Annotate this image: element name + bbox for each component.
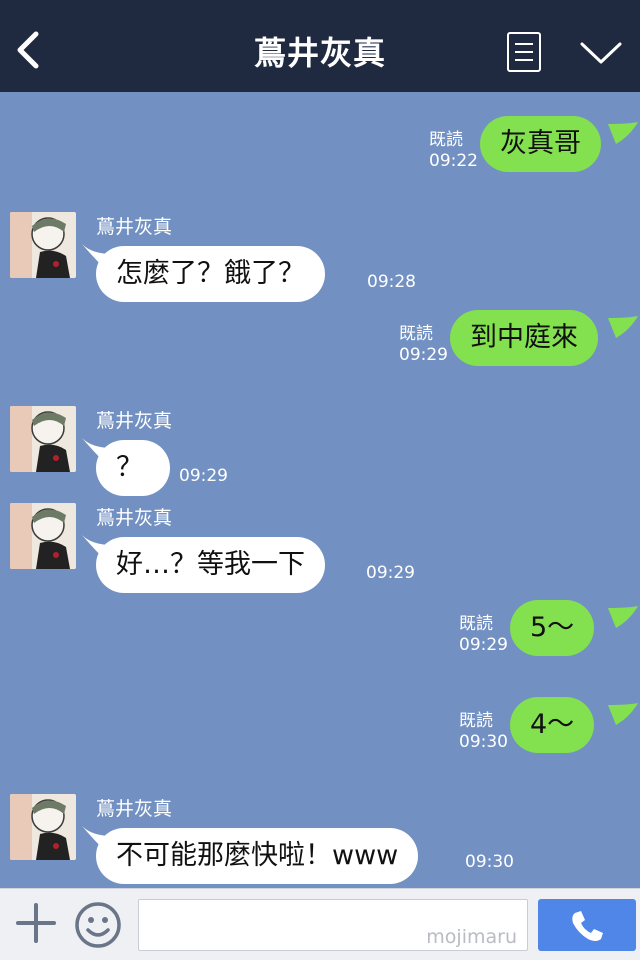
- sender-name: 蔦井灰真: [96, 798, 173, 820]
- avatar-image: [10, 212, 76, 278]
- avatar[interactable]: [10, 212, 76, 278]
- avatar-image: [10, 503, 76, 569]
- message-bubble[interactable]: 好…？等我一下: [96, 537, 325, 593]
- sender-name: 蔦井灰真: [96, 216, 173, 238]
- message-bubble[interactable]: 5～: [510, 600, 595, 656]
- message-time: 09:30: [465, 852, 514, 872]
- menu-button[interactable]: [507, 32, 541, 72]
- smiley-icon: [75, 902, 121, 948]
- message-bubble[interactable]: ？: [96, 440, 170, 496]
- avatar[interactable]: [10, 794, 76, 860]
- message-bubble[interactable]: 灰真哥: [480, 116, 601, 172]
- list-icon: [515, 43, 533, 45]
- avatar[interactable]: [10, 406, 76, 472]
- chat-header: 蔦井灰真: [0, 0, 640, 92]
- message-bubble[interactable]: 到中庭來: [450, 310, 598, 366]
- avatar-image: [10, 406, 76, 472]
- message-input[interactable]: mojimaru: [138, 899, 528, 951]
- add-button[interactable]: [14, 901, 58, 945]
- call-button[interactable]: [538, 899, 636, 951]
- read-status: 既読 09:22: [429, 130, 478, 171]
- message-bubble[interactable]: 怎麼了？餓了？: [96, 246, 325, 302]
- read-status: 既読 09:29: [459, 614, 508, 655]
- chat-area[interactable]: 既読 09:22 灰真哥 蔦井灰真 怎麼了？餓了？ 09:28 既読 09:29…: [0, 92, 640, 888]
- bubble-tail: [608, 703, 638, 725]
- dropdown-button[interactable]: [578, 38, 624, 68]
- avatar-image: [10, 794, 76, 860]
- sticker-button[interactable]: [74, 901, 122, 949]
- bubble-tail: [608, 122, 638, 144]
- sender-name: 蔦井灰真: [96, 410, 173, 432]
- chevron-down-icon: [580, 42, 622, 64]
- message-bubble[interactable]: 不可能那麼快啦！www: [96, 828, 419, 884]
- bubble-tail: [608, 316, 638, 338]
- input-bar: mojimaru: [0, 888, 640, 960]
- avatar[interactable]: [10, 503, 76, 569]
- watermark: mojimaru: [426, 926, 517, 948]
- read-status: 既読 09:30: [459, 711, 508, 752]
- message-bubble[interactable]: 4～: [510, 697, 595, 753]
- bubble-tail: [608, 606, 638, 628]
- chat-title: 蔦井灰真: [253, 34, 386, 72]
- message-time: 09:28: [367, 272, 416, 292]
- message-time: 09:29: [366, 563, 415, 583]
- phone-icon: [572, 911, 603, 941]
- message-time: 09:29: [179, 466, 228, 486]
- sender-name: 蔦井灰真: [96, 507, 173, 529]
- plus-icon: [16, 903, 56, 943]
- read-status: 既読 09:29: [399, 324, 448, 365]
